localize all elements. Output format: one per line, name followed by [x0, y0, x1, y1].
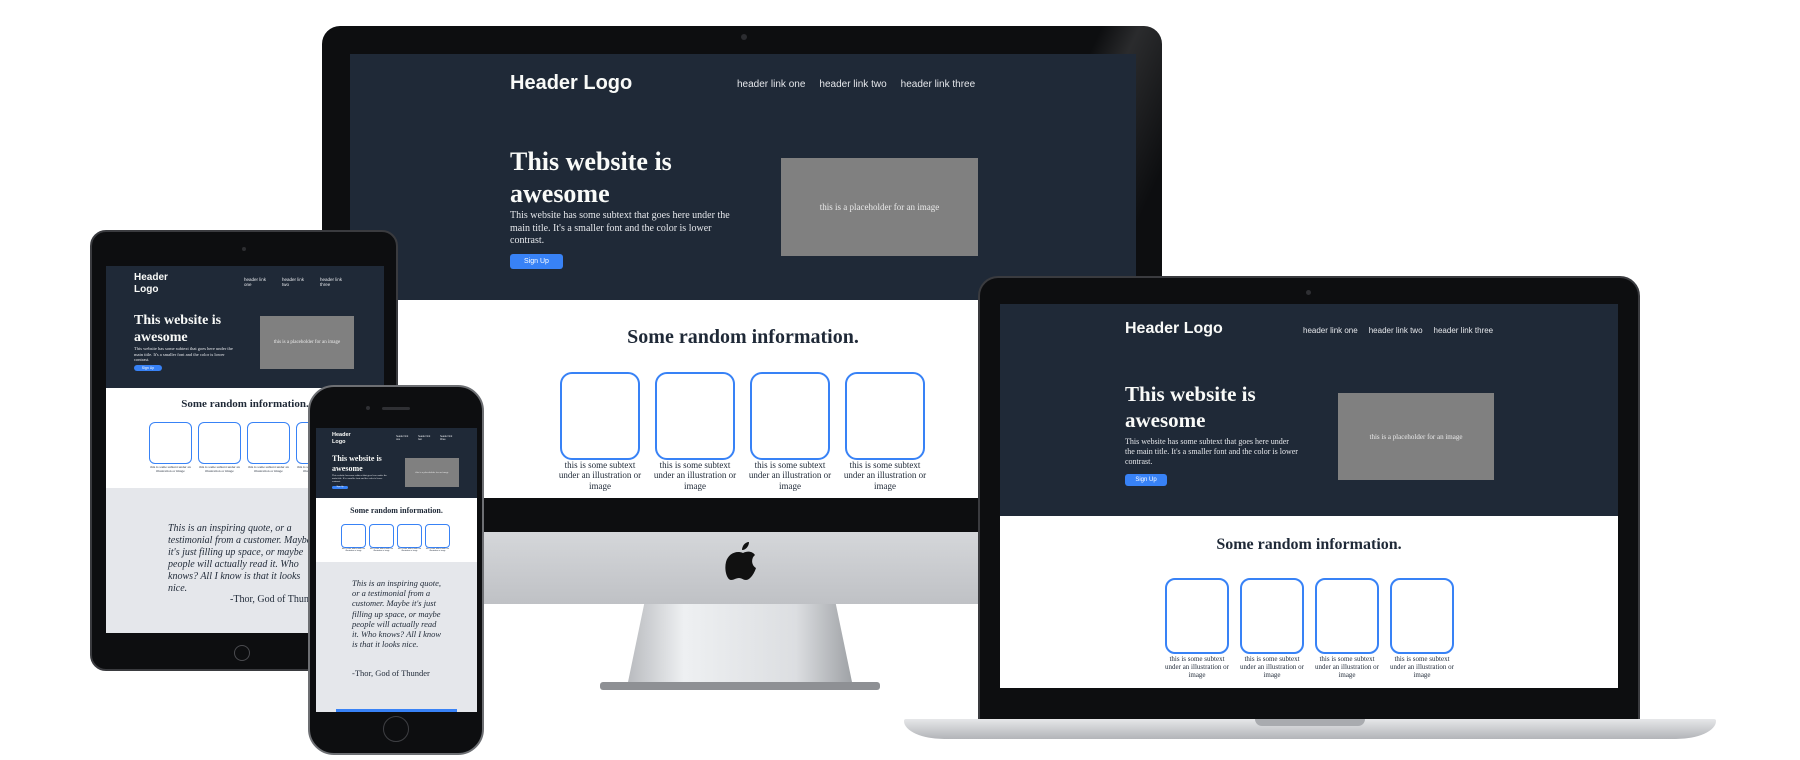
info-card — [369, 524, 394, 548]
header-nav: header link one header link two header l… — [244, 277, 348, 287]
header-logo[interactable]: Header Logo — [332, 432, 362, 445]
card-caption: this is some subtext under an illustrati… — [1240, 655, 1304, 680]
hero-subtext: This website has some subtext that goes … — [134, 346, 233, 363]
signup-button[interactable]: Sign Up — [510, 254, 563, 269]
info-card — [1315, 578, 1379, 654]
header-logo[interactable]: Header Logo — [510, 72, 632, 95]
nav-link-three[interactable]: header link three — [1434, 326, 1494, 335]
nav-link-one[interactable]: header link one — [244, 277, 272, 287]
card-caption: this is some subtext under an illustrati… — [843, 460, 927, 491]
info-card — [655, 372, 735, 460]
quote-author: -Thor, God of Thunder — [352, 668, 430, 678]
header-nav: header link one header link two header l… — [396, 435, 456, 441]
nav-link-two[interactable]: header link two — [418, 435, 434, 441]
nav-link-three[interactable]: header link three — [440, 435, 456, 441]
hero-subtext: This website has some subtext that goes … — [332, 474, 387, 484]
info-title: Some random information. — [350, 506, 443, 515]
info-card — [397, 524, 422, 548]
info-card — [247, 422, 290, 464]
hero-title: This website is awesome — [1125, 382, 1256, 432]
testimonial-quote: This is an inspiring quote, or a testimo… — [352, 578, 442, 650]
hero-subtext: This website has some subtext that goes … — [1125, 437, 1298, 466]
camera-icon — [1306, 290, 1311, 295]
info-card — [198, 422, 241, 464]
camera-icon — [741, 34, 747, 40]
nav-link-one[interactable]: header link one — [1303, 326, 1358, 335]
laptop-screen: Header Logo header link one header link … — [1000, 304, 1618, 688]
card-caption: this is some subtext under an illustrati… — [748, 460, 832, 491]
quote-section: This is an inspiring quote, or a testimo… — [316, 562, 477, 712]
hero-section: Header Logo header link one header link … — [316, 428, 477, 498]
hero-title: This website is awesome — [332, 454, 382, 473]
header-logo[interactable]: Header Logo — [1125, 320, 1223, 338]
card-caption: this is some subtext under an illustrati… — [1315, 655, 1379, 680]
home-button-icon[interactable] — [234, 645, 250, 661]
hero-subtext: This website has some subtext that goes … — [510, 210, 730, 246]
image-placeholder: this is a placeholder for an image — [781, 158, 978, 256]
card-caption: this is some subtext under an illustrati… — [425, 548, 450, 553]
phone-screen: Header Logo header link one header link … — [316, 428, 477, 712]
card-caption: this is some subtext under an illustrati… — [248, 465, 289, 474]
home-button-icon[interactable] — [383, 716, 409, 742]
image-placeholder: this is a placeholder for an image — [1338, 393, 1494, 480]
card-caption: this is some subtext under an illustrati… — [397, 548, 422, 553]
info-card — [1240, 578, 1304, 654]
card-caption: this is some subtext under an illustrati… — [653, 460, 737, 491]
testimonial-quote: This is an inspiring quote, or a testimo… — [168, 523, 312, 594]
info-card — [425, 524, 450, 548]
speaker-icon — [382, 407, 410, 410]
card-caption: this is some subtext under an illustrati… — [1390, 655, 1454, 680]
nav-link-two[interactable]: header link two — [819, 79, 886, 90]
signup-banner — [336, 709, 457, 712]
card-caption: this is some subtext under an illustrati… — [558, 460, 642, 491]
info-card — [845, 372, 925, 460]
nav-link-three[interactable]: header link three — [901, 79, 976, 90]
info-card — [1390, 578, 1454, 654]
card-caption: this is some subtext under an illustrati… — [199, 465, 240, 474]
card-caption: this is some subtext under an illustrati… — [369, 548, 394, 553]
card-caption: this is some subtext under an illustrati… — [1165, 655, 1229, 680]
nav-link-one[interactable]: header link one — [396, 435, 412, 441]
card-caption: this is some subtext under an illustrati… — [341, 548, 366, 553]
signup-button[interactable]: Sign Up — [1125, 474, 1167, 486]
nav-link-three[interactable]: header link three — [320, 277, 348, 287]
nav-link-one[interactable]: header link one — [737, 79, 805, 90]
image-placeholder: this is a placeholder for an image — [405, 458, 459, 487]
apple-logo-icon — [725, 542, 756, 580]
monitor-stand — [600, 600, 880, 690]
hero-section: Header Logo header link one header link … — [1000, 304, 1618, 516]
info-card — [341, 524, 366, 548]
header-nav: header link one header link two header l… — [737, 79, 975, 90]
image-placeholder: this is a placeholder for an image — [260, 316, 354, 369]
camera-icon — [242, 247, 246, 251]
info-card — [750, 372, 830, 460]
nav-link-two[interactable]: header link two — [1369, 326, 1423, 335]
laptop-notch — [1255, 719, 1365, 726]
hero-title: This website is awesome — [134, 313, 222, 346]
info-card — [560, 372, 640, 460]
info-card — [149, 422, 192, 464]
signup-button[interactable]: Sign Up — [332, 486, 348, 489]
info-card — [1165, 578, 1229, 654]
hero-section: Header Logo header link one header link … — [350, 54, 1136, 300]
hero-section: Header Logo header link one header link … — [106, 266, 384, 388]
info-title: Some random information. — [1216, 536, 1402, 553]
header-logo[interactable]: Header Logo — [134, 272, 184, 295]
header-nav: header link one header link two header l… — [1303, 326, 1493, 335]
card-caption: this is some subtext under an illustrati… — [150, 465, 191, 474]
signup-button[interactable]: Sign Up — [134, 365, 162, 371]
hero-title: This website is awesome — [510, 147, 672, 208]
nav-link-two[interactable]: header link two — [282, 277, 310, 287]
camera-icon — [366, 406, 370, 410]
